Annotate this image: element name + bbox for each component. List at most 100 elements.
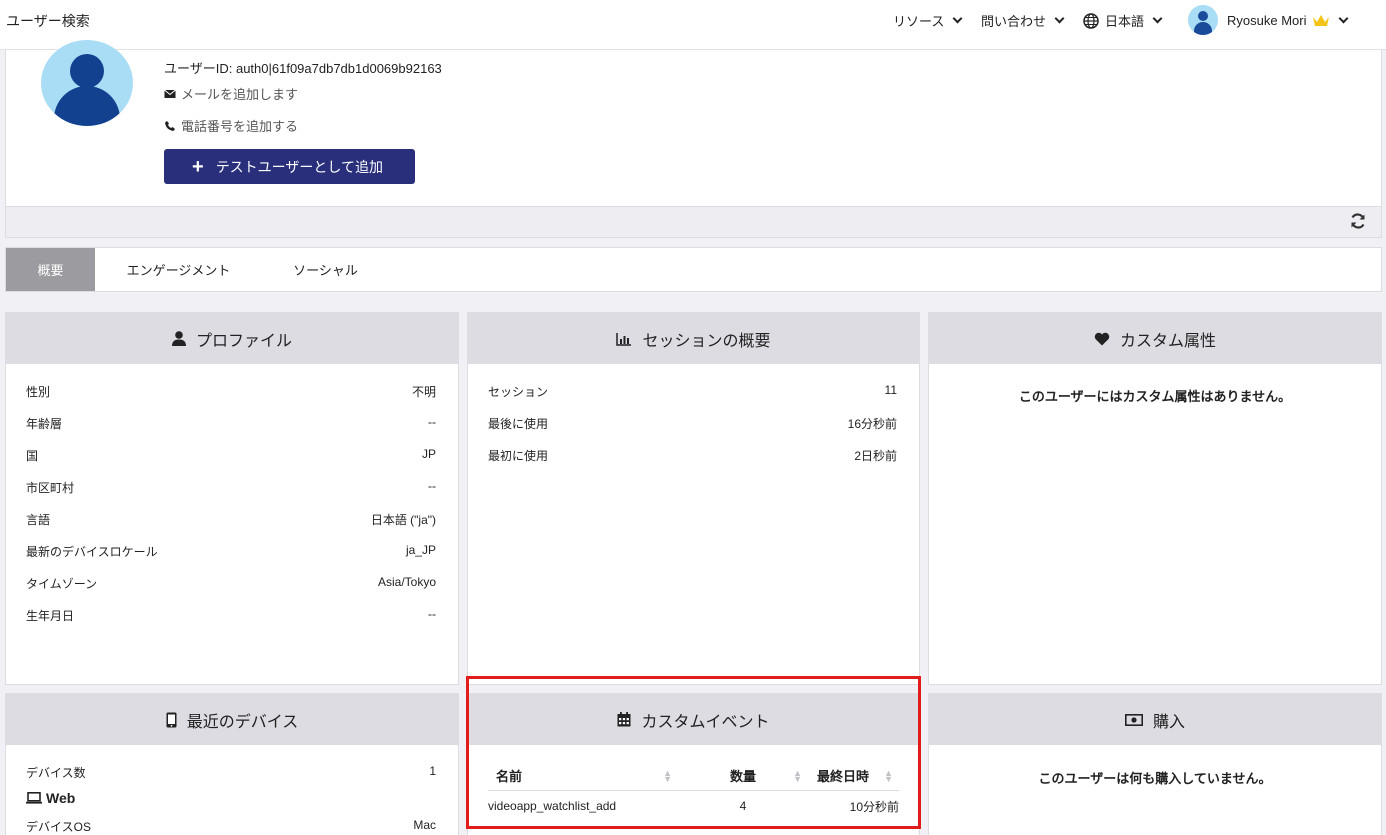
add-email-link[interactable]: メールを追加します: [164, 84, 298, 103]
purchases-card: 購入 このユーザーは何も購入していません。: [928, 693, 1382, 835]
add-phone-link[interactable]: 電話番号を追加する: [164, 116, 298, 135]
info-row: 最初に使用 2日秒前: [488, 447, 897, 464]
events-card-header: カスタムイベント: [468, 694, 919, 745]
custom-attributes-card: カスタム属性 このユーザーにはカスタム属性はありません。: [928, 312, 1382, 685]
user-profile-header: ユーザーID: auth0|61f09a7db7db1d0069b92163 メ…: [5, 40, 1382, 207]
devices-card-title: 最近のデバイス: [186, 713, 299, 731]
info-row-label: 年齢層: [26, 417, 63, 431]
calendar-icon: [617, 712, 631, 727]
info-row: セッション 11: [488, 383, 897, 400]
info-row-label: セッション: [488, 385, 549, 399]
info-row-label: 最後に使用: [488, 417, 549, 431]
info-row: 年齢層 --: [26, 415, 436, 432]
device-os-label: デバイスOS: [26, 820, 91, 834]
info-row-value: 11: [884, 383, 897, 397]
session-card-header: セッションの概要: [468, 313, 919, 364]
column-header-name[interactable]: 名前 ▲ ▼: [488, 762, 678, 791]
contact-menu[interactable]: 問い合わせ: [981, 11, 1065, 30]
heart-icon: [1094, 332, 1110, 345]
envelope-icon: [164, 89, 176, 98]
user-id: ユーザーID: auth0|61f09a7db7db1d0069b92163: [164, 61, 442, 76]
info-row: 生年月日 --: [26, 607, 436, 624]
page-title: ユーザー検索: [6, 13, 90, 29]
refresh-icon[interactable]: [1349, 212, 1367, 230]
profile-card: プロファイル 性別 不明 年齢層 -- 国 JP 市区町村 -- 言語 日本語 ("ja") 最新の…: [5, 312, 459, 685]
chevron-down-icon: [952, 13, 963, 24]
device-platform: Web: [26, 790, 75, 806]
custom-events-table: 名前 ▲ ▼ 数量 ▲ ▼ 最終日時 ▲ ▼ videoapp_watchlist_a…: [488, 762, 899, 822]
tab-overview[interactable]: 概要: [6, 248, 95, 291]
column-header-last[interactable]: 最終日時 ▲ ▼: [808, 762, 899, 791]
info-row: 市区町村 --: [26, 479, 436, 496]
resources-menu[interactable]: リソース: [893, 11, 963, 30]
info-row-value: 16分秒前: [847, 417, 897, 431]
info-row-value: Asia/Tokyo: [377, 575, 436, 589]
profile-card-title: プロファイル: [195, 332, 292, 350]
phone-icon: [165, 120, 175, 131]
mobile-device-icon: [166, 712, 177, 727]
event-last: 10分秒前: [849, 799, 899, 814]
resources-label: リソース: [893, 14, 945, 29]
sort-icon: ▲ ▼: [884, 768, 893, 784]
sort-icon: ▲ ▼: [663, 768, 672, 784]
info-row-value: --: [428, 607, 436, 621]
user-icon: [171, 331, 186, 346]
info-row-label: 性別: [26, 385, 51, 399]
devices-card-header: 最近のデバイス: [6, 694, 458, 745]
info-row-value: JP: [421, 447, 436, 461]
info-row-label: 国: [26, 449, 39, 463]
events-card-title: カスタムイベント: [641, 713, 770, 731]
language-label: 日本語: [1105, 14, 1145, 29]
contact-label: 問い合わせ: [981, 14, 1047, 29]
info-row-label: 最新のデバイスロケール: [26, 545, 158, 559]
user-avatar[interactable]: [1188, 5, 1218, 35]
info-row-value: 不明: [411, 385, 436, 399]
add-test-user-button[interactable]: + テストユーザーとして追加: [164, 149, 415, 184]
globe-icon: [1083, 12, 1099, 29]
info-row-label: 生年月日: [26, 609, 75, 623]
info-row: 言語 日本語 ("ja"): [26, 511, 436, 528]
language-menu[interactable]: 日本語: [1083, 11, 1163, 30]
user-menu[interactable]: Ryosuke Mori: [1227, 13, 1349, 28]
device-count-label: デバイス数: [26, 766, 86, 780]
refresh-bar: [5, 206, 1382, 238]
tab-social[interactable]: ソーシャル: [268, 248, 383, 291]
custom-events-card: カスタムイベント 名前 ▲ ▼ 数量 ▲ ▼ 最終日時 ▲ ▼ videoapp…: [467, 693, 920, 835]
user-avatar-large: [41, 40, 133, 126]
bar-chart-icon: [616, 332, 632, 346]
custom-attributes-card-title: カスタム属性: [1119, 332, 1216, 350]
info-row: タイムゾーン Asia/Tokyo: [26, 575, 436, 592]
column-header-last-label: 最終日時: [816, 769, 869, 785]
info-row: 最新のデバイスロケール ja_JP: [26, 543, 436, 560]
custom-attributes-empty: このユーザーにはカスタム属性はありません。: [1018, 389, 1292, 404]
info-row: 性別 不明: [26, 383, 436, 400]
info-row: 最後に使用 16分秒前: [488, 415, 897, 432]
info-row-label: 最初に使用: [488, 449, 549, 463]
tab-engagement[interactable]: エンゲージメント: [106, 248, 251, 291]
info-row: 国 JP: [26, 447, 436, 464]
tab-bar: 概要 エンゲージメント ソーシャル: [5, 247, 1382, 292]
info-row-value: --: [428, 415, 436, 429]
column-header-name-label: 名前: [496, 769, 523, 785]
event-name: videoapp_watchlist_add: [488, 799, 617, 814]
info-row-label: タイムゾーン: [26, 577, 98, 591]
money-icon: [1124, 713, 1143, 726]
add-phone-label: 電話番号を追加する: [181, 119, 299, 134]
crown-icon: [1313, 14, 1330, 26]
info-row-label: 言語: [26, 513, 51, 527]
plus-icon: +: [192, 155, 204, 178]
user-name: Ryosuke Mori: [1227, 13, 1307, 28]
info-row-label: 市区町村: [26, 481, 75, 495]
purchases-empty: このユーザーは何も購入していません。: [1038, 771, 1272, 786]
event-count: 4: [739, 799, 747, 814]
chevron-down-icon: [1339, 13, 1349, 24]
column-header-count-label: 数量: [729, 769, 756, 785]
sort-icon: ▲ ▼: [793, 768, 802, 784]
add-test-user-label: テストユーザーとして追加: [215, 158, 383, 175]
device-platform-label: Web: [46, 790, 76, 806]
column-header-count[interactable]: 数量 ▲ ▼: [678, 762, 808, 791]
table-row: videoapp_watchlist_add 4 10分秒前: [488, 790, 899, 822]
laptop-icon: [26, 792, 42, 804]
device-count-value: 1: [429, 764, 436, 778]
custom-attributes-card-header: カスタム属性: [929, 313, 1381, 364]
